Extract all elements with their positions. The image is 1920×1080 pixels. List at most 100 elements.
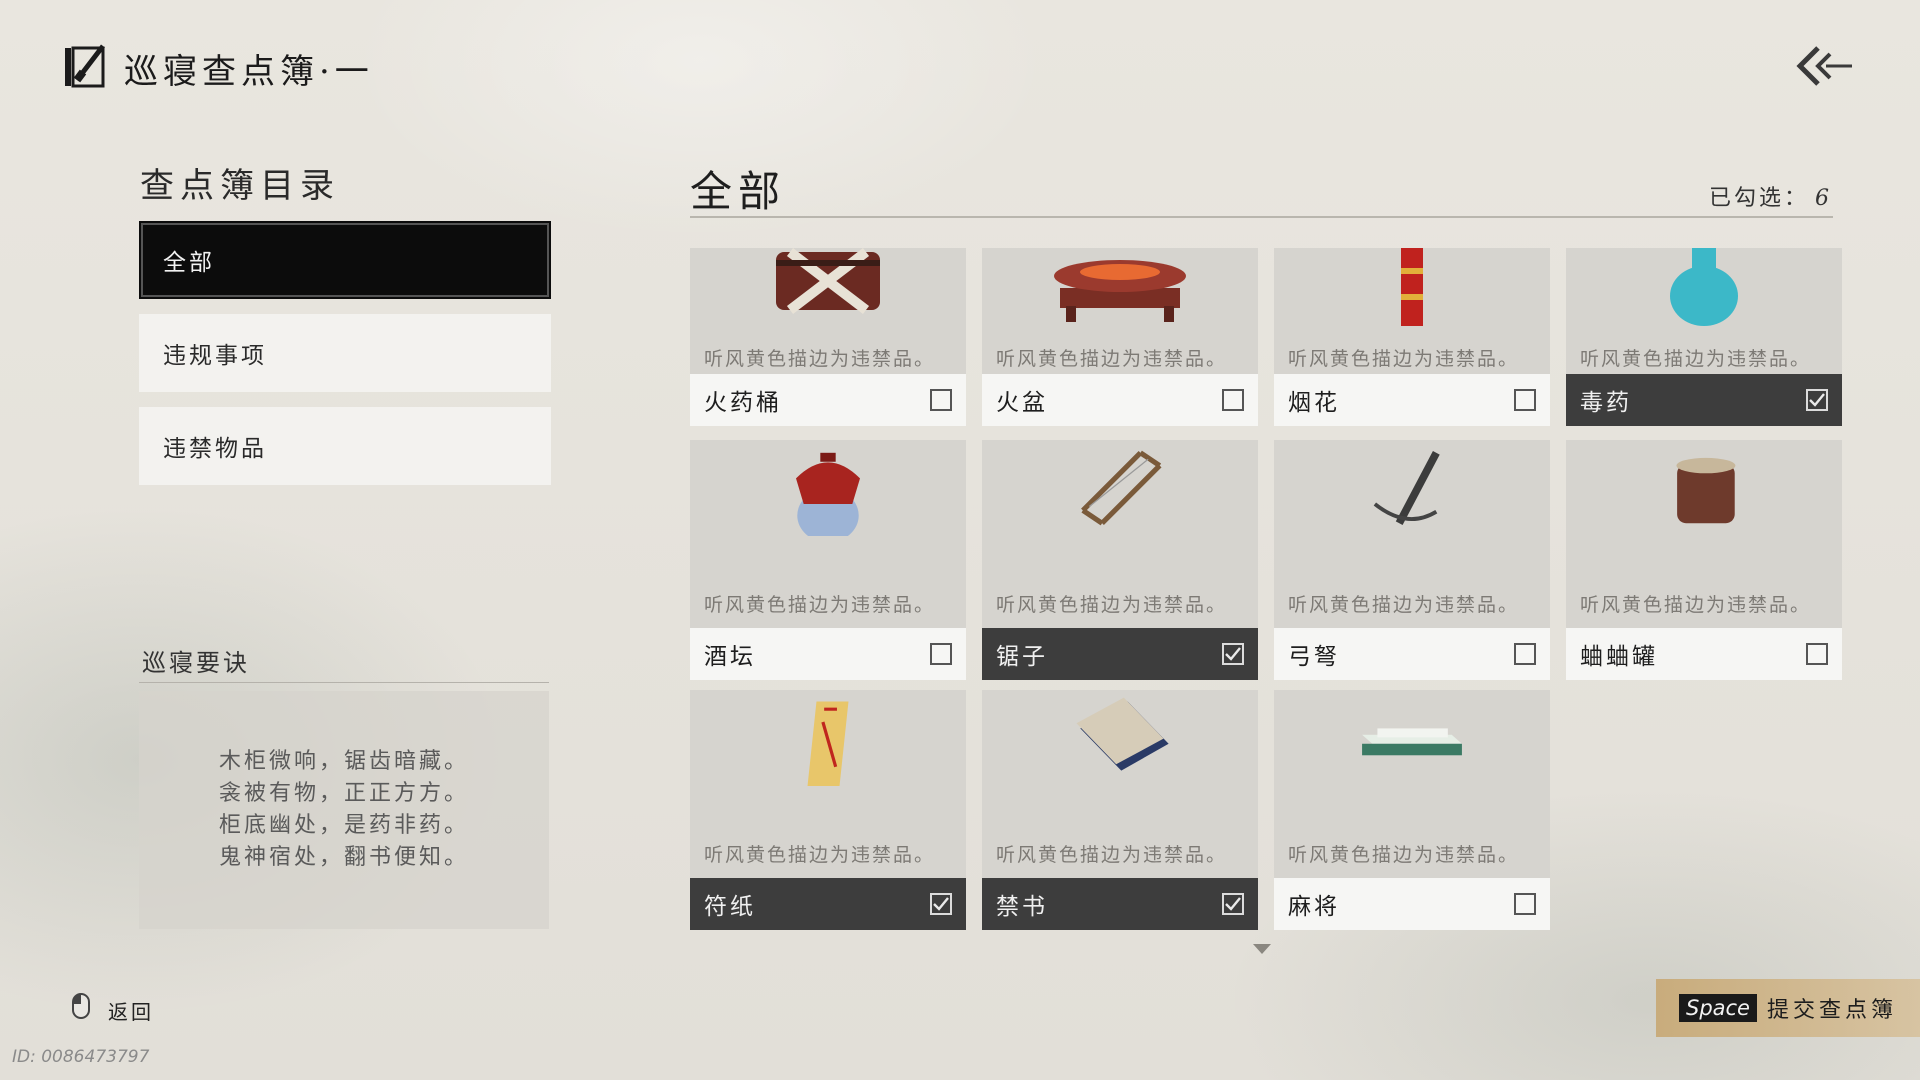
- item-hint: 听风黄色描边为违禁品。: [996, 844, 1228, 866]
- item-checkbox[interactable]: [1514, 389, 1536, 411]
- tip-line: 衾被有物，正正方方。: [218, 781, 469, 806]
- divider: [690, 216, 1833, 218]
- item-name: 烟花: [1288, 390, 1340, 416]
- scroll-down-icon[interactable]: [1253, 944, 1271, 954]
- mouse-icon: [72, 993, 90, 1019]
- item-hint: 听风黄色描边为违禁品。: [704, 594, 936, 616]
- item-card[interactable]: 听风黄色描边为违禁品。弓弩: [1274, 440, 1550, 680]
- double-chevron-left-icon[interactable]: [1796, 44, 1854, 88]
- category-title: 全部: [690, 167, 787, 216]
- item-name: 锯子: [996, 644, 1048, 670]
- directory-item-violations[interactable]: 违规事项: [139, 314, 551, 392]
- item-card[interactable]: 听风黄色描边为违禁品。火盆: [982, 248, 1258, 426]
- return-button[interactable]: 返回: [108, 996, 154, 1025]
- item-hint: 听风黄色描边为违禁品。: [1288, 594, 1520, 616]
- item-label-bar[interactable]: 禁书: [982, 878, 1258, 930]
- item-name: 蛐蛐罐: [1580, 644, 1658, 670]
- checkmark-icon: [933, 897, 949, 911]
- directory-item-label: 违禁物品: [163, 436, 267, 462]
- tip-line: 柜底幽处，是药非药。: [218, 813, 469, 838]
- id-label: ID: 0086473797: [12, 1047, 150, 1067]
- item-checkbox[interactable]: [930, 893, 952, 915]
- checkmark-icon: [1809, 393, 1825, 407]
- item-name: 火盆: [996, 390, 1048, 416]
- firework-icon: [1401, 248, 1423, 326]
- item-label-bar[interactable]: 烟花: [1274, 374, 1550, 426]
- directory-list: 全部 违规事项 违禁物品: [139, 221, 551, 500]
- item-checkbox[interactable]: [1514, 893, 1536, 915]
- item-name: 火药桶: [704, 390, 782, 416]
- submit-button[interactable]: Space 提交查点簿: [1656, 979, 1920, 1037]
- item-name: 符纸: [704, 894, 756, 920]
- item-card[interactable]: 听风黄色描边为违禁品。酒坛: [690, 440, 966, 680]
- cricket-pot-icon: [1676, 457, 1736, 524]
- item-hint: 听风黄色描边为违禁品。: [704, 844, 936, 866]
- submit-label: 提交查点簿: [1766, 998, 1897, 1023]
- item-hint: 听风黄色描边为违禁品。: [704, 348, 936, 370]
- saw-icon: [1081, 450, 1162, 526]
- crossbow-icon: [1373, 451, 1440, 525]
- item-card[interactable]: 听风黄色描边为违禁品。锯子: [982, 440, 1258, 680]
- item-checkbox[interactable]: [1514, 643, 1536, 665]
- notebook-brush-icon: [65, 44, 105, 88]
- item-name: 禁书: [996, 894, 1048, 920]
- wine-jar-icon: [796, 452, 860, 536]
- item-card[interactable]: 听风黄色描边为违禁品。蛐蛐罐: [1566, 440, 1842, 680]
- item-hint: 听风黄色描边为违禁品。: [996, 348, 1228, 370]
- directory-item-label: 违规事项: [163, 343, 267, 369]
- item-label-bar[interactable]: 火药桶: [690, 374, 966, 426]
- tips-box: 木柜微响，锯齿暗藏。 衾被有物，正正方方。 柜底幽处，是药非药。 鬼神宿处，翻书…: [139, 691, 549, 929]
- forbidden-book-icon: [1076, 697, 1169, 771]
- item-label-bar[interactable]: 毒药: [1566, 374, 1842, 426]
- mahjong-icon: [1362, 728, 1462, 756]
- poison-vase-icon: [1670, 248, 1738, 326]
- item-card[interactable]: 听风黄色描边为违禁品。禁书: [982, 690, 1258, 930]
- item-label-bar[interactable]: 酒坛: [690, 628, 966, 680]
- item-checkbox[interactable]: [930, 389, 952, 411]
- item-label-bar[interactable]: 弓弩: [1274, 628, 1550, 680]
- directory-title: 查点簿目录: [140, 166, 340, 206]
- item-checkbox[interactable]: [930, 643, 952, 665]
- brazier-icon: [1054, 260, 1186, 322]
- checked-counter-label: 已勾选：: [1708, 186, 1809, 211]
- item-name: 麻将: [1288, 894, 1340, 920]
- item-card[interactable]: 听风黄色描边为违禁品。烟花: [1274, 248, 1550, 426]
- directory-item-label: 全部: [163, 250, 215, 276]
- tips-title: 巡寝要诀: [142, 649, 250, 677]
- item-checkbox[interactable]: [1222, 893, 1244, 915]
- checked-counter-value: 6: [1815, 186, 1832, 211]
- checked-counter: 已勾选： 6: [1709, 180, 1832, 212]
- item-checkbox[interactable]: [1806, 389, 1828, 411]
- item-card[interactable]: 听风黄色描边为违禁品。火药桶: [690, 248, 966, 426]
- item-hint: 听风黄色描边为违禁品。: [1580, 348, 1812, 370]
- item-label-bar[interactable]: 符纸: [690, 878, 966, 930]
- item-label-bar[interactable]: 火盆: [982, 374, 1258, 426]
- item-label-bar[interactable]: 麻将: [1274, 878, 1550, 930]
- item-label-bar[interactable]: 锯子: [982, 628, 1258, 680]
- item-label-bar[interactable]: 蛐蛐罐: [1566, 628, 1842, 680]
- item-card[interactable]: 听风黄色描边为违禁品。麻将: [1274, 690, 1550, 930]
- item-hint: 听风黄色描边为违禁品。: [1288, 844, 1520, 866]
- tip-line: 木柜微响，锯齿暗藏。: [218, 749, 469, 774]
- directory-item-contraband[interactable]: 违禁物品: [139, 407, 551, 485]
- item-checkbox[interactable]: [1806, 643, 1828, 665]
- item-hint: 听风黄色描边为违禁品。: [996, 594, 1228, 616]
- directory-item-all[interactable]: 全部: [139, 221, 551, 299]
- page-title: 巡寝查点簿·一: [124, 52, 374, 92]
- item-name: 酒坛: [704, 644, 756, 670]
- powder-keg-icon: [776, 248, 880, 314]
- tip-line: 鬼神宿处，翻书便知。: [218, 845, 469, 870]
- item-name: 弓弩: [1288, 644, 1340, 670]
- item-card[interactable]: 听风黄色描边为违禁品。符纸: [690, 690, 966, 930]
- item-hint: 听风黄色描边为违禁品。: [1288, 348, 1520, 370]
- checkmark-icon: [1225, 647, 1241, 661]
- item-hint: 听风黄色描边为违禁品。: [1580, 594, 1812, 616]
- item-card[interactable]: 听风黄色描边为违禁品。毒药: [1566, 248, 1842, 426]
- item-checkbox[interactable]: [1222, 389, 1244, 411]
- talisman-icon: [807, 701, 849, 786]
- item-checkbox[interactable]: [1222, 643, 1244, 665]
- divider: [139, 682, 549, 683]
- space-key-icon: Space: [1678, 994, 1757, 1022]
- checkmark-icon: [1225, 897, 1241, 911]
- item-name: 毒药: [1580, 390, 1632, 416]
